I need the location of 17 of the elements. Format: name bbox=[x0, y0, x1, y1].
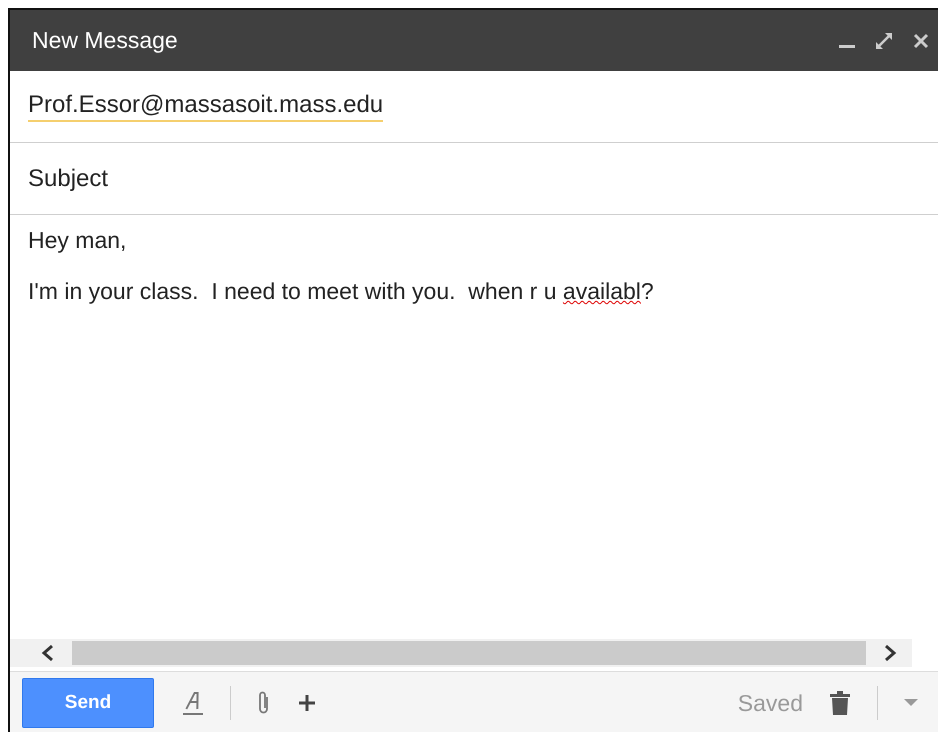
scroll-thumb[interactable] bbox=[72, 641, 866, 665]
recipient-chip[interactable]: Prof.Essor@massasoit.mass.edu bbox=[28, 91, 384, 122]
plus-icon[interactable] bbox=[297, 693, 317, 713]
paperclip-icon[interactable] bbox=[257, 690, 271, 716]
subject-field[interactable]: Subject bbox=[28, 164, 920, 192]
window-title: New Message bbox=[32, 27, 179, 54]
save-status: Saved bbox=[738, 690, 803, 716]
body-line: I'm in your class. I need to meet with you. when r u availabl? bbox=[28, 278, 655, 305]
expand-icon[interactable] bbox=[874, 30, 894, 50]
text-format-icon[interactable] bbox=[182, 690, 204, 716]
trash-icon[interactable] bbox=[829, 690, 851, 716]
dropdown-caret-icon[interactable] bbox=[904, 699, 918, 707]
body-line: Hey man, bbox=[28, 227, 128, 254]
scroll-left-icon[interactable] bbox=[40, 644, 56, 662]
close-icon[interactable] bbox=[912, 32, 930, 50]
horizontal-scrollbar[interactable] bbox=[10, 639, 912, 667]
scroll-right-icon[interactable] bbox=[882, 644, 898, 662]
